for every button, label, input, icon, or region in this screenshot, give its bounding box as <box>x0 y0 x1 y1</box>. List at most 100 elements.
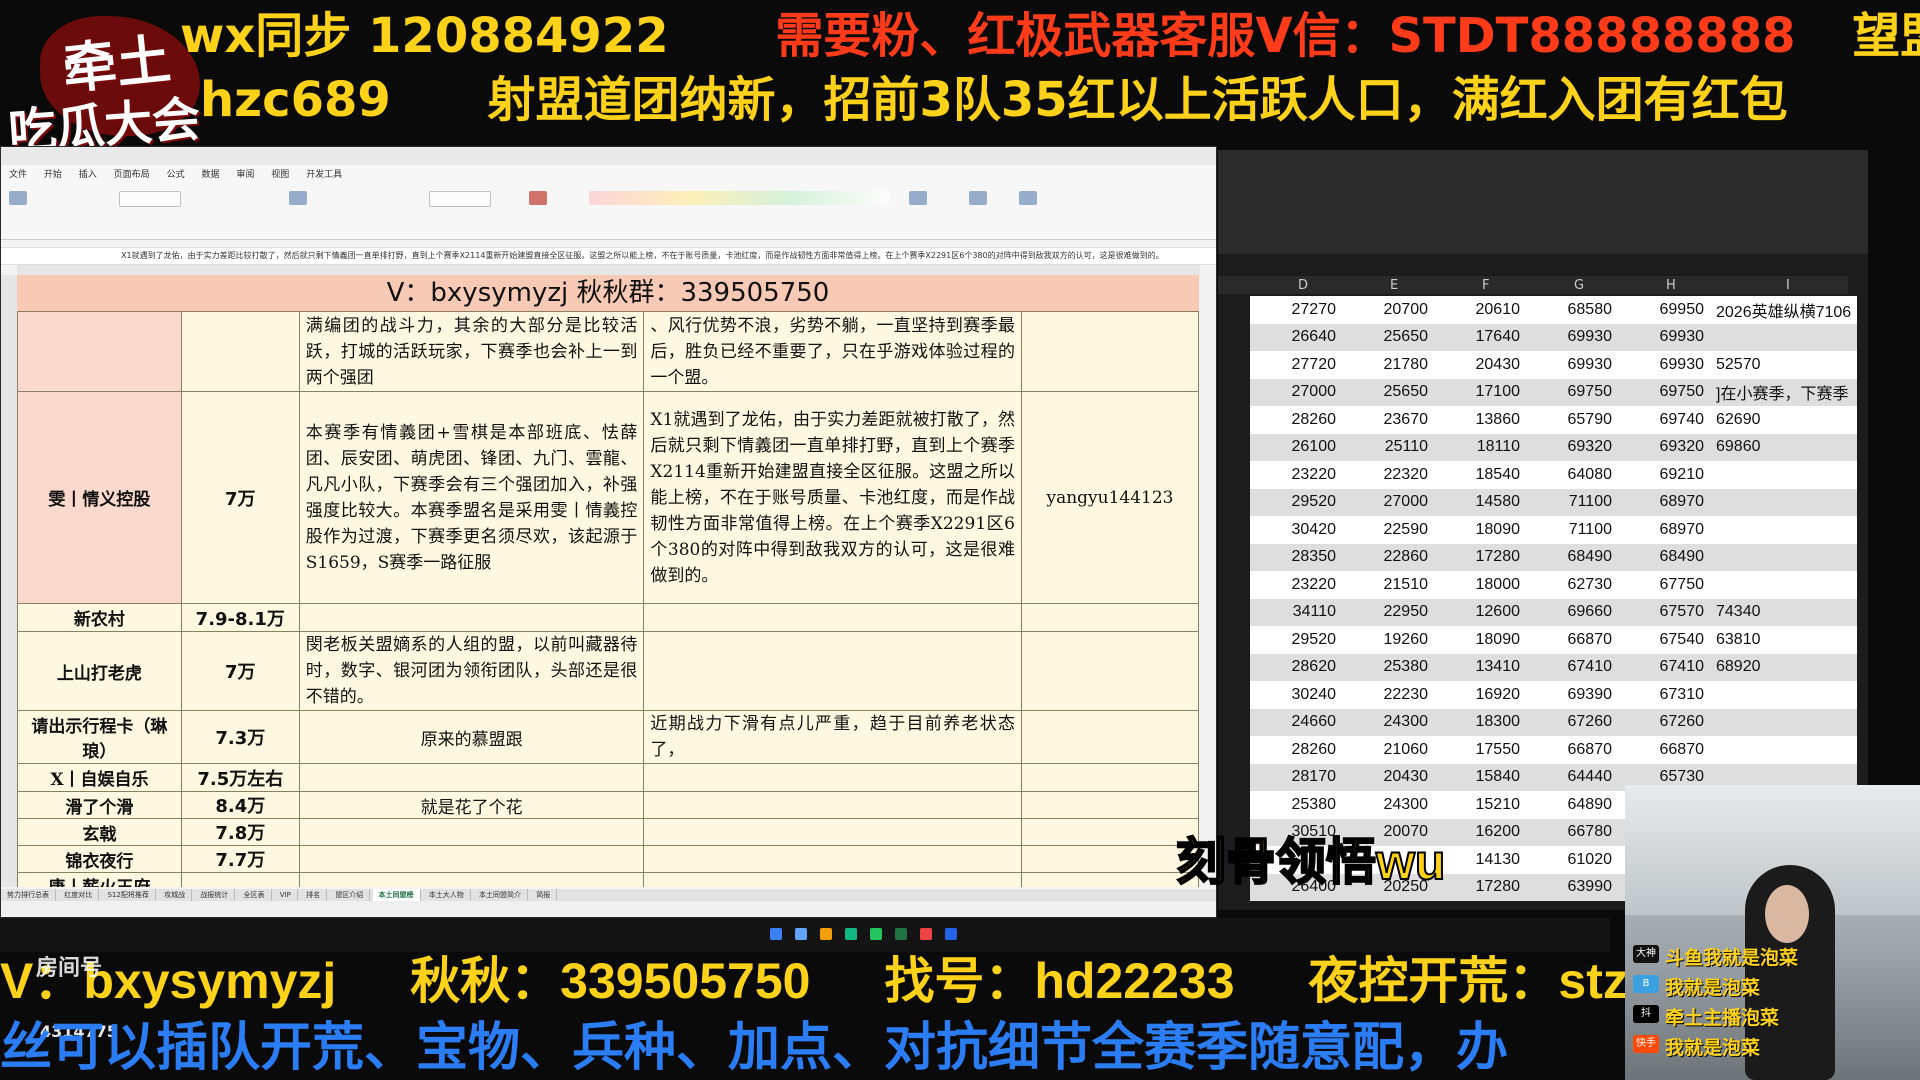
table-cell[interactable]: 26100 <box>1250 433 1342 461</box>
table-cell[interactable]: 69930 <box>1618 323 1710 351</box>
table-cell[interactable]: 66870 <box>1526 626 1618 654</box>
table-cell[interactable]: 28260 <box>1250 406 1342 434</box>
alliance-contact[interactable] <box>1021 818 1199 846</box>
table-cell[interactable] <box>1710 461 1858 489</box>
table-cell[interactable]: 25380 <box>1250 791 1342 819</box>
alliance-name[interactable]: 新农村 <box>17 603 182 632</box>
tab-file[interactable]: 文件 <box>9 170 27 180</box>
col-header-f[interactable]: F <box>1482 278 1489 293</box>
table-cell[interactable]: 27270 <box>1250 296 1342 324</box>
sheet-tab[interactable]: 盟区介绍 <box>329 889 371 901</box>
table-cell[interactable]: 18000 <box>1434 571 1526 599</box>
table-cell[interactable]: 67410 <box>1526 653 1618 681</box>
table-cell[interactable]: 28260 <box>1250 736 1342 764</box>
alliance-comment[interactable] <box>643 818 1022 846</box>
table-cell[interactable]: 18540 <box>1434 461 1526 489</box>
alliance-comment[interactable]: 近期战力下滑有点儿严重，趋于目前养老状态了， <box>643 710 1022 764</box>
table-cell[interactable]: 69950 <box>1618 296 1710 324</box>
alliance-desc[interactable]: 閔老板关盟嫡系的人组的盟，以前叫藏器待时，数字、银河团为领衔团队，头部还是很不错… <box>298 631 645 711</box>
alliance-size[interactable]: 7.7万 <box>180 845 300 873</box>
row-header[interactable] <box>1218 736 1250 764</box>
table-cell[interactable]: 23670 <box>1342 406 1434 434</box>
table-cell[interactable]: 20610 <box>1434 296 1526 324</box>
table-cell[interactable]: 67570 <box>1618 598 1710 626</box>
table-cell[interactable]: 68970 <box>1618 516 1710 544</box>
alliance-name[interactable] <box>17 311 182 392</box>
row-header[interactable] <box>1218 296 1250 324</box>
table-cell[interactable]: 67540 <box>1618 626 1710 654</box>
alliance-comment[interactable]: 、风行优势不浪，劣势不躺，一直坚持到赛季最后，胜负已经不重要了，只在乎游戏体验过… <box>643 311 1022 392</box>
alliance-desc[interactable] <box>298 603 645 632</box>
sheet-tab[interactable]: VIP <box>274 889 298 901</box>
table-cell[interactable]: 69740 <box>1618 406 1710 434</box>
alliance-comment[interactable]: X1就遇到了龙佑，由于实力差距就被打散了，然后就只剩下情義团一直单排打野，直到上… <box>643 391 1022 604</box>
table-cell[interactable]: 64440 <box>1526 763 1618 791</box>
table-cell[interactable]: 24300 <box>1342 708 1434 736</box>
table-cell[interactable]: 17550 <box>1434 736 1526 764</box>
table-cell[interactable] <box>1710 516 1858 544</box>
table-cell[interactable]: 17280 <box>1434 543 1526 571</box>
table-cell[interactable] <box>1710 708 1858 736</box>
alliance-name[interactable]: X丨自娱自乐 <box>17 763 182 792</box>
table-cell[interactable]: 18090 <box>1434 516 1526 544</box>
table-cell[interactable]: 25110 <box>1342 433 1434 461</box>
row-header[interactable] <box>1218 433 1250 461</box>
table-cell[interactable] <box>1710 571 1858 599</box>
table-cell[interactable]: 71100 <box>1526 516 1618 544</box>
table-cell[interactable]: 28170 <box>1250 763 1342 791</box>
table-cell[interactable]: 64890 <box>1526 791 1618 819</box>
table-cell[interactable]: 30420 <box>1250 516 1342 544</box>
table-cell[interactable]: 17100 <box>1434 378 1526 406</box>
table-cell[interactable]: 22590 <box>1342 516 1434 544</box>
tab-view[interactable]: 视图 <box>271 170 289 180</box>
table-cell[interactable]: 34110 <box>1250 598 1342 626</box>
sheet-tab[interactable]: 简报 <box>530 889 558 901</box>
table-cell[interactable]: 25650 <box>1342 378 1434 406</box>
table-cell[interactable]: 15210 <box>1434 791 1526 819</box>
table-cell[interactable]: 68490 <box>1526 543 1618 571</box>
table-cell[interactable]: 21060 <box>1342 736 1434 764</box>
alliance-comment[interactable] <box>643 631 1022 711</box>
col-header-e[interactable]: E <box>1390 278 1398 293</box>
alliance-size[interactable]: 7万 <box>180 391 300 604</box>
sheet-tab[interactable]: 排名 <box>300 889 328 901</box>
formula-bar[interactable]: X1就遇到了龙佑，由于实力差距比较打散了，然后就只剩下情義团一直单排打野，直到上… <box>1 247 1216 265</box>
excel-icon[interactable] <box>895 928 907 940</box>
row-header[interactable] <box>1218 323 1250 351</box>
browser-icon[interactable] <box>845 928 857 940</box>
tab-review[interactable]: 审阅 <box>236 170 254 180</box>
table-cell[interactable]: 69930 <box>1526 323 1618 351</box>
word-icon[interactable] <box>945 928 957 940</box>
table-cell[interactable]: 69390 <box>1526 681 1618 709</box>
table-cell[interactable]: 68490 <box>1618 543 1710 571</box>
table-cell[interactable]: 28350 <box>1250 543 1342 571</box>
table-cell[interactable]: 2026英雄纵横7106 <box>1710 296 1858 324</box>
alliance-desc[interactable]: 本赛季有情義团+雪棋是本部班底、怯薛团、辰安团、萌虎团、锋团、九门、雲龍、凡凡小… <box>298 391 645 604</box>
alliance-contact[interactable] <box>1021 603 1199 632</box>
table-cell[interactable]: 29520 <box>1250 626 1342 654</box>
font-name-box[interactable] <box>119 191 181 207</box>
alliance-size[interactable]: 8.4万 <box>180 791 300 819</box>
table-cell[interactable]: 14130 <box>1434 846 1526 874</box>
table-cell[interactable]: 68920 <box>1710 653 1858 681</box>
table-cell[interactable]: 15840 <box>1434 763 1526 791</box>
table-cell[interactable]: 66870 <box>1526 736 1618 764</box>
alliance-desc[interactable]: 满编团的战斗力，其余的大部分是比较活跃，打城的活跃玩家，下赛季也会补上一到两个强… <box>298 311 645 392</box>
alliance-contact[interactable] <box>1021 872 1199 887</box>
table-cell[interactable]: 21780 <box>1342 351 1434 379</box>
table-cell[interactable]: 64080 <box>1526 461 1618 489</box>
table-cell[interactable] <box>1710 488 1858 516</box>
alliance-comment[interactable] <box>643 791 1022 819</box>
sheet-tab-active[interactable]: 本土同盟榜 <box>372 889 421 901</box>
align-icon[interactable] <box>289 191 307 205</box>
table-cell[interactable]: 21510 <box>1342 571 1434 599</box>
table-cell[interactable]: 66780 <box>1526 818 1618 846</box>
alliance-desc[interactable] <box>298 763 645 792</box>
alliance-desc[interactable] <box>298 845 645 873</box>
tab-data[interactable]: 数据 <box>201 170 219 180</box>
table-cell[interactable]: 69860 <box>1710 433 1858 461</box>
table-cell[interactable]: 69750 <box>1618 378 1710 406</box>
table-cell[interactable]: 14580 <box>1434 488 1526 516</box>
sheet-tab[interactable]: 战报统计 <box>194 889 236 901</box>
alliance-contact[interactable]: yangyu144123 <box>1021 391 1199 604</box>
